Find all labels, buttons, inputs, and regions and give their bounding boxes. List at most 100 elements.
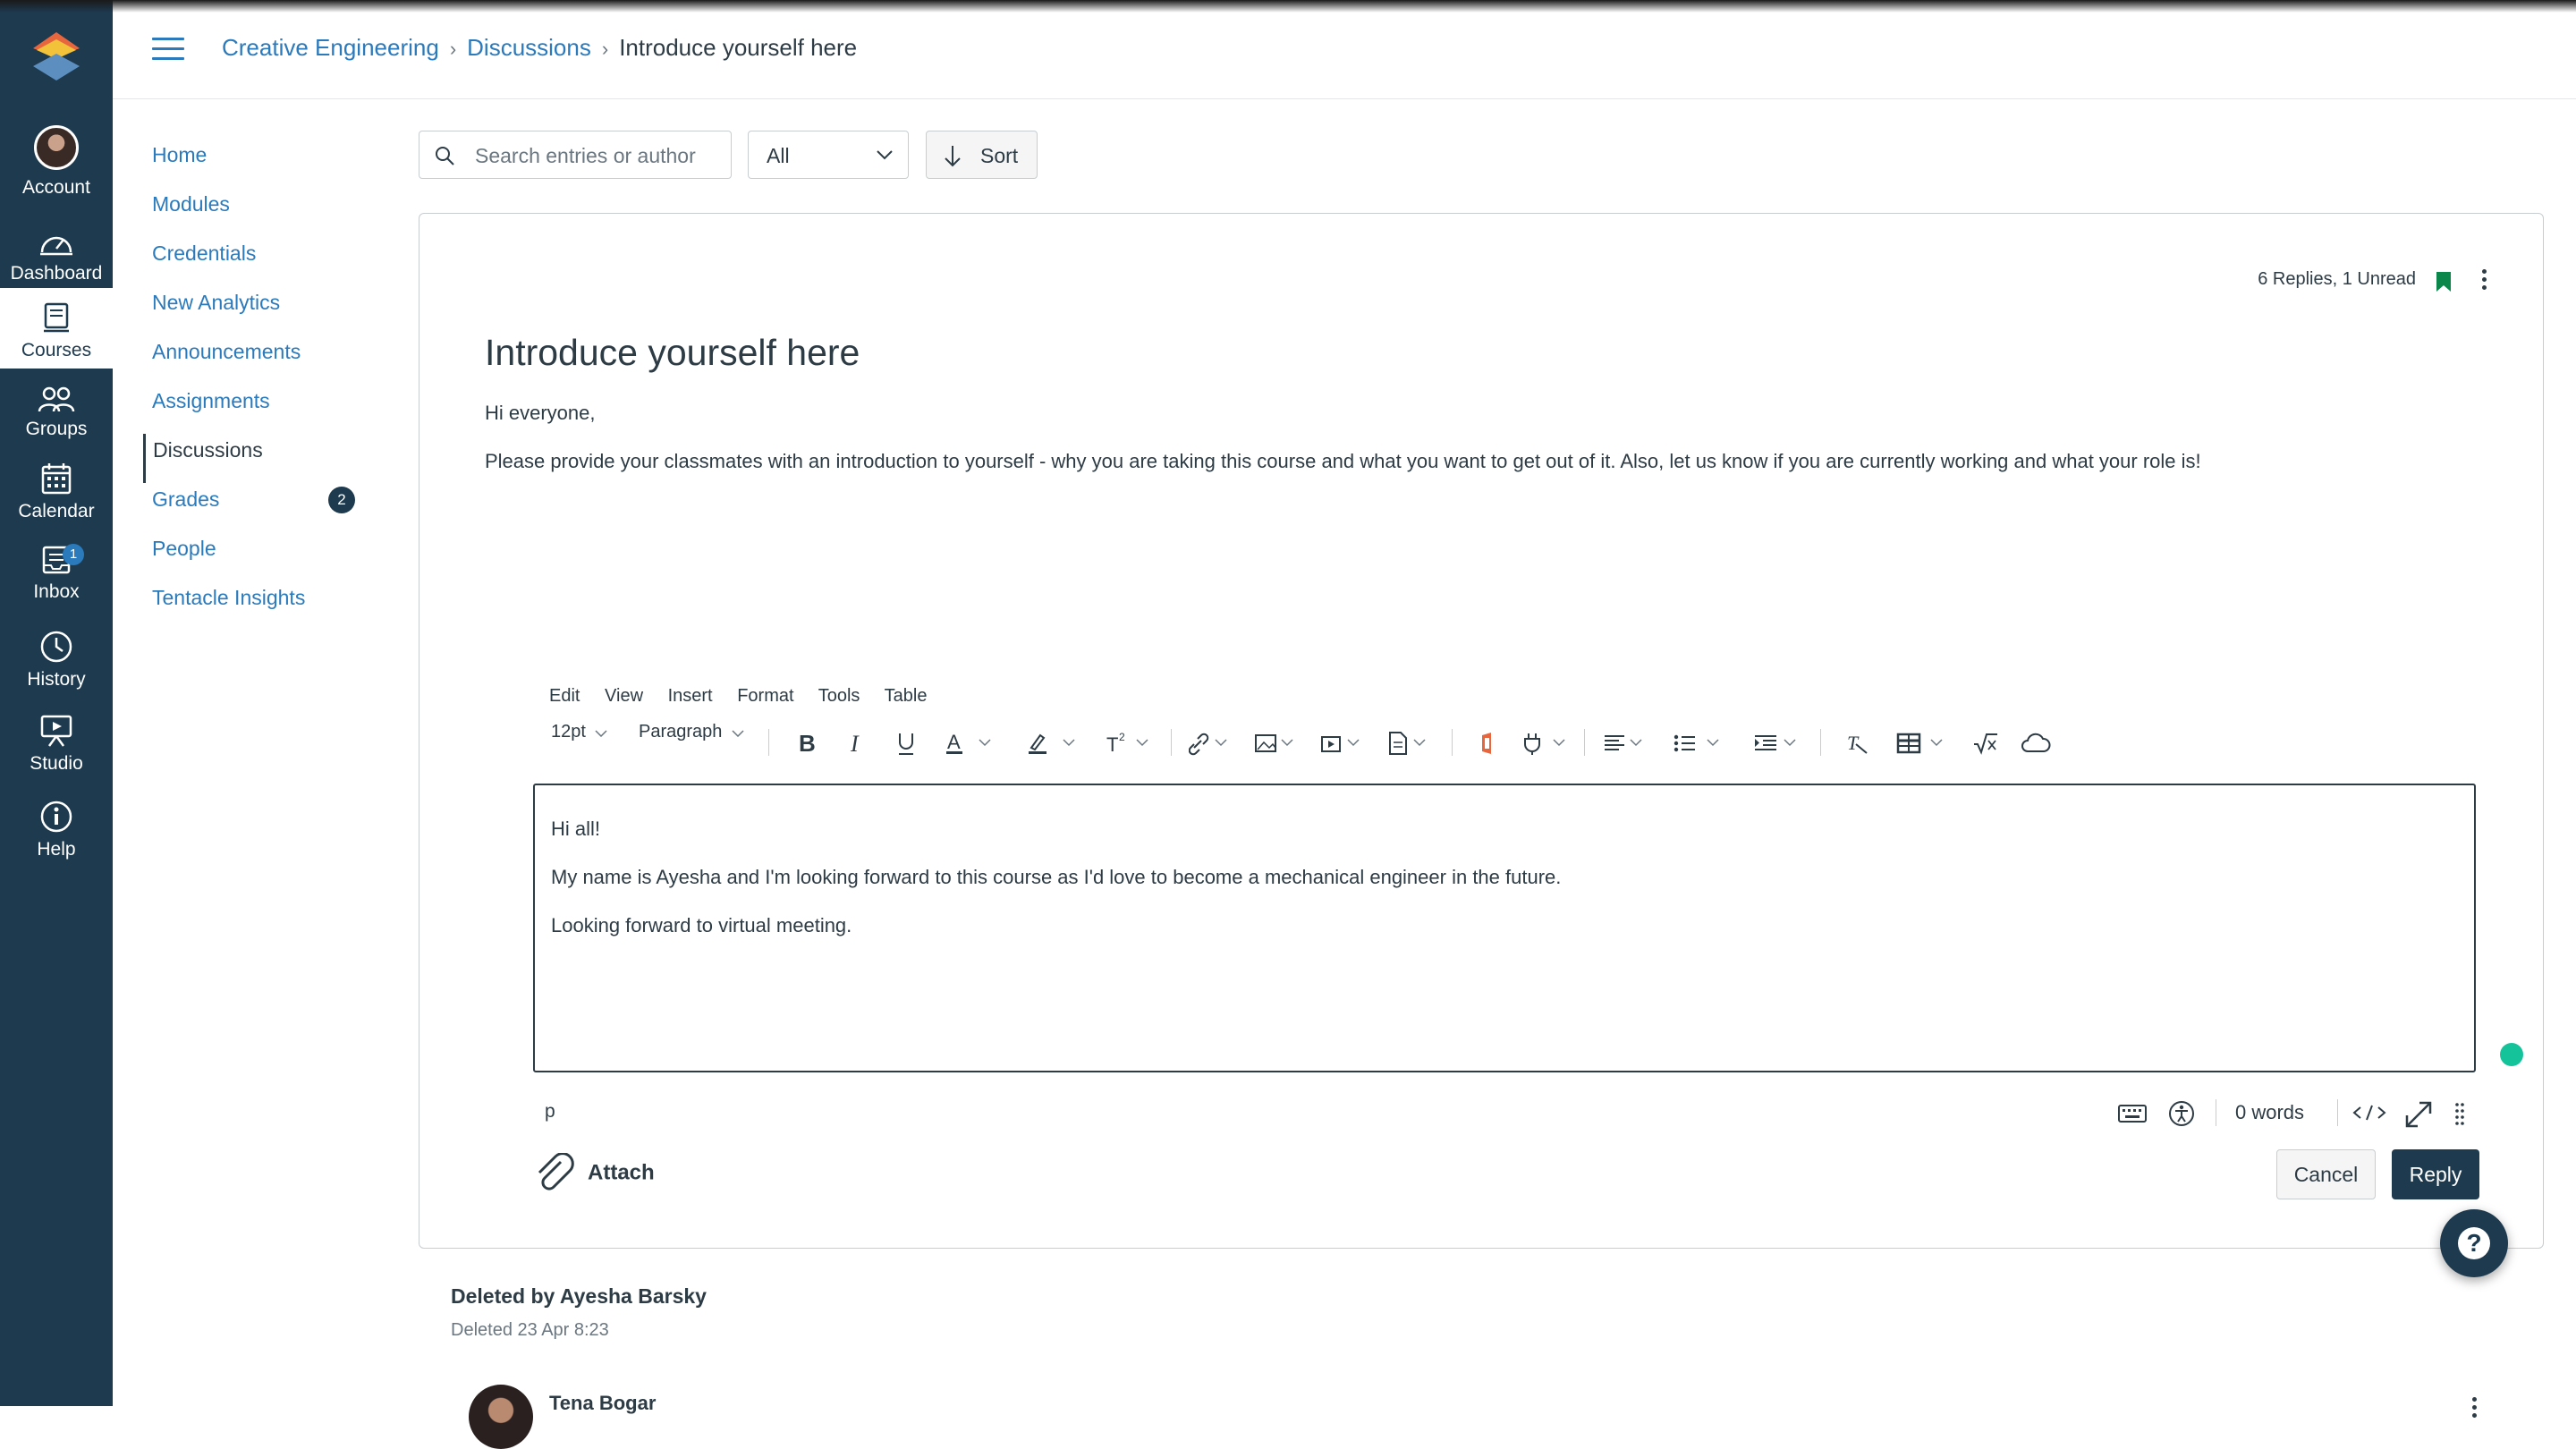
block-format-select[interactable]: Paragraph bbox=[639, 722, 744, 758]
highlight-color-icon[interactable] bbox=[1026, 725, 1080, 761]
nav-inbox[interactable]: 1 Inbox bbox=[0, 544, 113, 603]
chevron-down-icon bbox=[877, 150, 893, 160]
sort-button[interactable]: Sort bbox=[926, 131, 1038, 179]
reply-button[interactable]: Reply bbox=[2392, 1149, 2479, 1199]
menu-table[interactable]: Table bbox=[885, 686, 928, 706]
text-color-icon[interactable]: A bbox=[944, 725, 994, 761]
search-entries-field[interactable] bbox=[419, 131, 732, 179]
sort-label: Sort bbox=[980, 144, 1019, 167]
menu-view[interactable]: View bbox=[605, 686, 643, 706]
avatar[interactable] bbox=[469, 1385, 533, 1449]
course-nav-home[interactable]: Home bbox=[143, 139, 367, 188]
course-nav-announcements[interactable]: Announcements bbox=[143, 335, 367, 385]
menu-format[interactable]: Format bbox=[737, 686, 793, 706]
filter-value: All bbox=[767, 144, 790, 167]
office365-icon[interactable] bbox=[1475, 725, 1500, 761]
editor-element-path[interactable]: p bbox=[545, 1101, 555, 1123]
menu-tools[interactable]: Tools bbox=[818, 686, 860, 706]
course-nav-discussions[interactable]: Discussions bbox=[143, 434, 367, 483]
nav-studio[interactable]: Studio bbox=[0, 714, 113, 775]
course-nav-modules[interactable]: Modules bbox=[143, 188, 367, 237]
rich-text-editor[interactable]: Hi all! My name is Ayesha and I'm lookin… bbox=[533, 784, 2476, 1072]
nav-calendar-label: Calendar bbox=[18, 501, 95, 521]
institution-logo[interactable] bbox=[30, 30, 83, 88]
entry-author-name[interactable]: Tena Bogar bbox=[549, 1392, 656, 1415]
image-icon[interactable] bbox=[1253, 725, 1303, 761]
apps-plugin-icon[interactable] bbox=[1521, 725, 1573, 761]
course-nav-assignments[interactable]: Assignments bbox=[143, 385, 367, 434]
search-input[interactable] bbox=[473, 140, 718, 171]
underline-icon[interactable] bbox=[894, 725, 919, 761]
html-editor-icon[interactable] bbox=[2351, 1099, 2387, 1126]
bold-icon[interactable]: B bbox=[793, 725, 818, 761]
menu-edit[interactable]: Edit bbox=[549, 686, 580, 706]
breadcrumb-course[interactable]: Creative Engineering bbox=[222, 34, 439, 61]
nav-history[interactable]: History bbox=[0, 630, 113, 691]
link-icon[interactable] bbox=[1189, 725, 1239, 761]
hamburger-menu-icon[interactable] bbox=[152, 38, 184, 61]
toolbar-divider bbox=[1584, 729, 1585, 756]
dashboard-icon bbox=[40, 236, 72, 256]
toolbar-divider bbox=[1820, 729, 1821, 756]
course-nav-people[interactable]: People bbox=[143, 532, 367, 581]
word-count[interactable]: 0 words bbox=[2235, 1101, 2304, 1124]
nav-courses[interactable]: Courses bbox=[0, 288, 113, 369]
svg-text:I: I bbox=[850, 731, 860, 757]
topic-options-icon[interactable] bbox=[2482, 269, 2489, 293]
nav-studio-label: Studio bbox=[30, 753, 83, 774]
chevron-down-icon bbox=[732, 730, 744, 737]
editor-menubar: Edit View Insert Format Tools Table bbox=[549, 686, 946, 707]
nav-calendar[interactable]: Calendar bbox=[0, 462, 113, 522]
nav-account[interactable]: Account bbox=[0, 125, 113, 199]
bookmark-icon[interactable] bbox=[2436, 271, 2452, 292]
svg-text:T: T bbox=[1106, 733, 1118, 756]
global-navigation: Account Dashboard Courses Groups Calenda… bbox=[0, 0, 113, 1406]
toolbar-divider bbox=[768, 729, 769, 756]
svg-text:B: B bbox=[799, 730, 816, 757]
keyboard-shortcuts-icon[interactable] bbox=[2117, 1099, 2148, 1126]
italic-icon[interactable]: I bbox=[843, 725, 869, 761]
grammarly-icon[interactable] bbox=[2500, 1043, 2523, 1066]
resize-handle-icon[interactable] bbox=[2453, 1099, 2466, 1126]
nav-groups-label: Groups bbox=[25, 419, 88, 439]
help-icon bbox=[40, 801, 72, 833]
cancel-button[interactable]: Cancel bbox=[2276, 1149, 2376, 1199]
svg-text:A: A bbox=[947, 731, 961, 753]
bullet-list-icon[interactable] bbox=[1672, 725, 1725, 761]
fullscreen-icon[interactable] bbox=[2403, 1099, 2434, 1130]
media-icon[interactable] bbox=[1319, 725, 1369, 761]
font-size-select[interactable]: 12pt bbox=[551, 722, 607, 758]
indent-icon[interactable] bbox=[1752, 725, 1804, 761]
table-icon[interactable] bbox=[1895, 725, 1949, 761]
document-icon[interactable] bbox=[1385, 725, 1436, 761]
help-floating-button[interactable]: ? bbox=[2440, 1209, 2508, 1277]
font-size-value: 12pt bbox=[551, 722, 586, 741]
svg-text:2: 2 bbox=[1119, 731, 1125, 743]
course-nav-credentials[interactable]: Credentials bbox=[143, 237, 367, 286]
course-nav-grades[interactable]: Grades 2 bbox=[143, 483, 367, 532]
nav-help[interactable]: Help bbox=[0, 800, 113, 860]
nav-dashboard[interactable]: Dashboard bbox=[0, 227, 113, 284]
course-nav-new-analytics[interactable]: New Analytics bbox=[143, 286, 367, 335]
inbox-unread-badge: 1 bbox=[63, 544, 84, 565]
accessibility-checker-icon[interactable] bbox=[2167, 1099, 2196, 1128]
deleted-entry-author: Deleted by Ayesha Barsky bbox=[451, 1284, 707, 1308]
nav-history-label: History bbox=[27, 669, 86, 690]
align-icon[interactable] bbox=[1602, 725, 1652, 761]
nav-groups[interactable]: Groups bbox=[0, 385, 113, 440]
block-format-value: Paragraph bbox=[639, 722, 723, 741]
attach-button[interactable]: Attach bbox=[534, 1152, 655, 1194]
topic-body: Please provide your classmates with an i… bbox=[485, 450, 2201, 472]
entry-options-icon[interactable] bbox=[2472, 1397, 2477, 1421]
paperclip-icon bbox=[538, 1152, 574, 1191]
menu-insert[interactable]: Insert bbox=[668, 686, 713, 706]
breadcrumb-discussions[interactable]: Discussions bbox=[467, 34, 591, 61]
superscript-icon[interactable]: T2 bbox=[1105, 725, 1155, 761]
editor-line: My name is Ayesha and I'm looking forwar… bbox=[551, 866, 1562, 888]
clear-formatting-icon[interactable]: T bbox=[1843, 725, 1870, 761]
filter-select[interactable]: All bbox=[748, 131, 909, 179]
course-navigation: Home Modules Credentials New Analytics A… bbox=[143, 139, 367, 631]
equation-icon[interactable] bbox=[1972, 725, 2001, 761]
course-nav-tentacle-insights[interactable]: Tentacle Insights bbox=[143, 581, 367, 631]
cloud-upload-icon[interactable] bbox=[2021, 725, 2051, 761]
